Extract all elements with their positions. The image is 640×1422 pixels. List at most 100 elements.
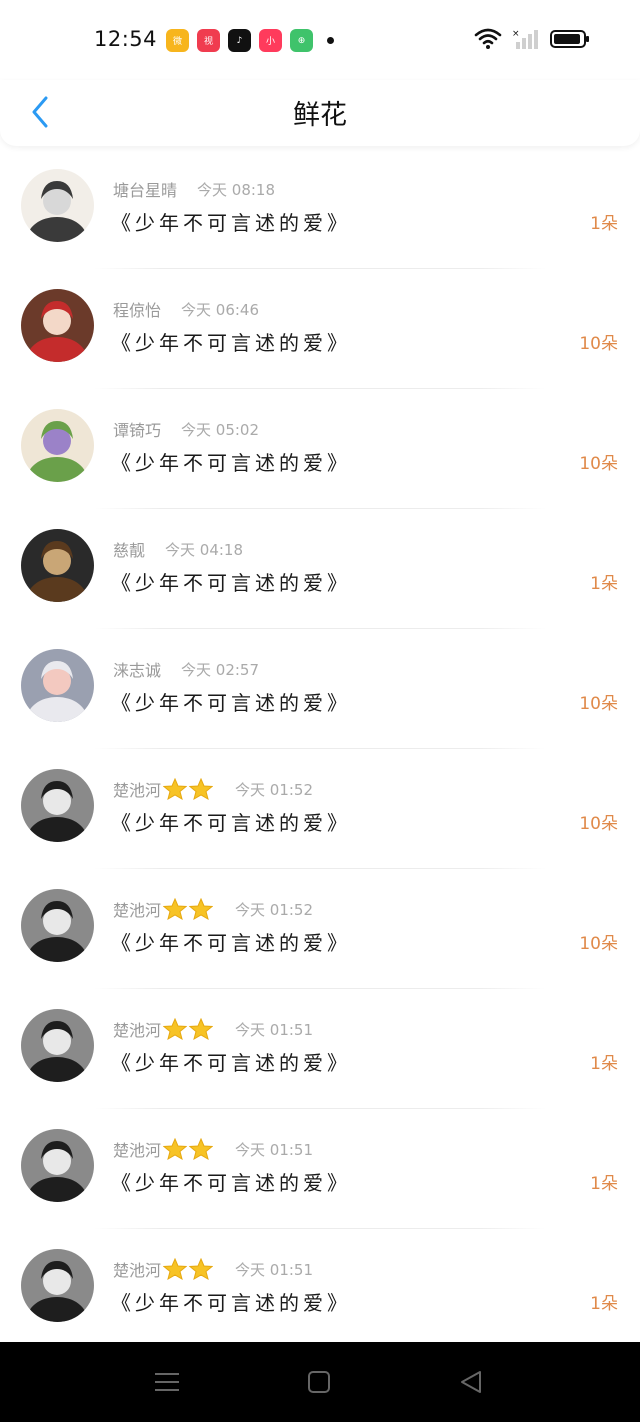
star-icon	[189, 1138, 214, 1160]
status-bar: 12:54 微 视 ♪ 小 ⊕ ×	[0, 0, 640, 80]
item-meta: 楚池河 今天 01:51	[113, 1257, 313, 1281]
back-triangle-icon[interactable]	[456, 1367, 486, 1397]
sender-name[interactable]: 楚池河	[113, 1017, 161, 1041]
system-icons: ×	[474, 28, 590, 50]
sender-name[interactable]: 涞志诚	[113, 657, 161, 681]
video-app-icon: 视	[197, 29, 220, 52]
avatar-photo	[21, 1249, 94, 1322]
home-square-icon[interactable]	[304, 1367, 334, 1397]
store-app-icon: ⊕	[290, 29, 313, 52]
flower-count: 1朵	[590, 1054, 618, 1074]
book-title: 《少年不可言述的爱》	[111, 211, 351, 235]
list-item[interactable]: 楚池河 今天 01:52 《少年不可言述的爱》 10朵	[0, 749, 640, 869]
flower-count: 1朵	[590, 1294, 618, 1314]
gift-time: 今天 08:18	[197, 180, 276, 199]
vip-stars	[163, 1018, 215, 1040]
sender-name[interactable]: 楚池河	[113, 1137, 161, 1161]
star-icon	[189, 1258, 214, 1280]
avatar-photo	[21, 529, 94, 602]
book-title: 《少年不可言述的爱》	[111, 1051, 351, 1075]
flower-count: 10朵	[579, 454, 618, 474]
sender-name[interactable]: 楚池河	[113, 897, 161, 921]
item-meta: 程倞怡 今天 06:46	[113, 297, 259, 321]
gift-time: 今天 04:18	[165, 540, 244, 559]
avatar-photo	[21, 1009, 94, 1082]
avatar-photo	[21, 289, 94, 362]
avatar[interactable]	[21, 649, 94, 722]
flower-gift-list: 塘台星晴 今天 08:18 《少年不可言述的爱》 1朵 程倞怡 今天 06:46 《少年不可…	[0, 149, 640, 1349]
flower-count: 10朵	[579, 334, 618, 354]
avatar[interactable]	[21, 289, 94, 362]
flower-count: 10朵	[579, 694, 618, 714]
status-time: 12:54	[94, 27, 158, 51]
cellular-signal-icon: ×	[512, 29, 538, 49]
gift-time: 今天 01:52	[235, 780, 314, 799]
gift-time: 今天 01:51	[235, 1140, 314, 1159]
book-title: 《少年不可言述的爱》	[111, 571, 351, 595]
svg-text:×: ×	[512, 29, 520, 39]
sender-name[interactable]: 楚池河	[113, 777, 161, 801]
item-meta: 楚池河 今天 01:52	[113, 897, 313, 921]
book-title: 《少年不可言述的爱》	[111, 691, 351, 715]
system-navigation-bar	[0, 1342, 640, 1422]
book-title: 《少年不可言述的爱》	[111, 331, 351, 355]
gift-time: 今天 02:57	[181, 660, 260, 679]
avatar[interactable]	[21, 889, 94, 962]
list-item[interactable]: 楚池河 今天 01:51 《少年不可言述的爱》 1朵	[0, 1109, 640, 1229]
item-meta: 谭锜巧 今天 05:02	[113, 417, 259, 441]
star-icon	[163, 1018, 188, 1040]
xiaohongshu-app-icon: 小	[259, 29, 282, 52]
list-item[interactable]: 慈靓 今天 04:18 《少年不可言述的爱》 1朵	[0, 509, 640, 629]
vip-stars	[163, 1258, 215, 1280]
list-item[interactable]: 楚池河 今天 01:51 《少年不可言述的爱》 1朵	[0, 989, 640, 1109]
gift-time: 今天 01:52	[235, 900, 314, 919]
sender-name[interactable]: 慈靓	[113, 537, 145, 561]
avatar[interactable]	[21, 409, 94, 482]
list-item[interactable]: 谭锜巧 今天 05:02 《少年不可言述的爱》 10朵	[0, 389, 640, 509]
star-icon	[163, 898, 188, 920]
gift-time: 今天 01:51	[235, 1020, 314, 1039]
wifi-icon	[474, 28, 502, 49]
list-item[interactable]: 程倞怡 今天 06:46 《少年不可言述的爱》 10朵	[0, 269, 640, 389]
star-icon	[163, 1138, 188, 1160]
flower-count: 10朵	[579, 934, 618, 954]
avatar-photo	[21, 409, 94, 482]
gift-time: 今天 06:46	[181, 300, 260, 319]
book-title: 《少年不可言述的爱》	[111, 1171, 351, 1195]
avatar[interactable]	[21, 1249, 94, 1322]
star-icon	[189, 898, 214, 920]
vip-stars	[163, 1138, 215, 1160]
star-icon	[163, 1258, 188, 1280]
avatar[interactable]	[21, 529, 94, 602]
item-meta: 塘台星晴 今天 08:18	[113, 177, 275, 201]
menu-icon[interactable]	[152, 1367, 182, 1397]
list-item[interactable]: 楚池河 今天 01:52 《少年不可言述的爱》 10朵	[0, 869, 640, 989]
notification-app-icons: 微 视 ♪ 小 ⊕	[166, 29, 334, 52]
star-icon	[163, 778, 188, 800]
flower-count: 10朵	[579, 814, 618, 834]
list-item[interactable]: 涞志诚 今天 02:57 《少年不可言述的爱》 10朵	[0, 629, 640, 749]
list-item[interactable]: 塘台星晴 今天 08:18 《少年不可言述的爱》 1朵	[0, 149, 640, 269]
top-header: 鲜花	[0, 80, 640, 146]
star-icon	[189, 1018, 214, 1040]
more-notifications-dot-icon	[327, 37, 334, 44]
book-title: 《少年不可言述的爱》	[111, 1291, 351, 1315]
book-title: 《少年不可言述的爱》	[111, 811, 351, 835]
avatar[interactable]	[21, 169, 94, 242]
avatar[interactable]	[21, 1009, 94, 1082]
item-meta: 楚池河 今天 01:51	[113, 1137, 313, 1161]
sender-name[interactable]: 楚池河	[113, 1257, 161, 1281]
avatar-photo	[21, 889, 94, 962]
weibo-app-icon: 微	[166, 29, 189, 52]
item-meta: 楚池河 今天 01:51	[113, 1017, 313, 1041]
sender-name[interactable]: 塘台星晴	[113, 177, 177, 201]
avatar[interactable]	[21, 1129, 94, 1202]
list-item[interactable]: 楚池河 今天 01:51 《少年不可言述的爱》 1朵	[0, 1229, 640, 1349]
item-meta: 慈靓 今天 04:18	[113, 537, 243, 561]
avatar-photo	[21, 169, 94, 242]
sender-name[interactable]: 程倞怡	[113, 297, 161, 321]
sender-name[interactable]: 谭锜巧	[113, 417, 161, 441]
avatar-photo	[21, 649, 94, 722]
flower-count: 1朵	[590, 1174, 618, 1194]
avatar[interactable]	[21, 769, 94, 842]
